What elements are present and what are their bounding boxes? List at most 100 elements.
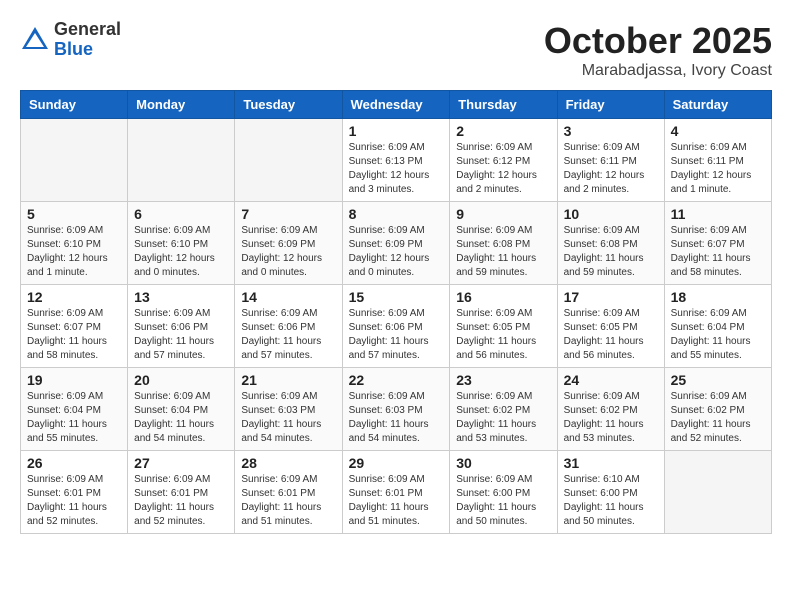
day-number: 12	[27, 289, 121, 305]
day-info: Sunrise: 6:09 AM Sunset: 6:00 PM Dayligh…	[456, 473, 550, 529]
day-number: 4	[671, 123, 765, 139]
calendar-week-row: 1Sunrise: 6:09 AM Sunset: 6:13 PM Daylig…	[21, 119, 772, 202]
day-number: 1	[349, 123, 444, 139]
calendar-cell: 14 Sunrise: 6:09 AM Sunset: 6:06 PM Dayli…	[235, 285, 342, 368]
day-info: Sunrise: 6:09 AM Sunset: 6:01 PM Dayligh…	[134, 473, 228, 529]
calendar-cell: 2Sunrise: 6:09 AM Sunset: 6:12 PM Daylig…	[450, 119, 557, 202]
day-number: 18	[671, 289, 765, 305]
day-number: 5	[27, 206, 121, 222]
day-info: Sunrise: 6:09 AM Sunset: 6:01 PM Dayligh…	[27, 473, 121, 529]
calendar-cell: 11 Sunrise: 6:09 AM Sunset: 6:07 PM Dayli…	[664, 202, 771, 285]
logo-blue: Blue	[54, 40, 121, 60]
day-info: Sunrise: 6:09 AM Sunset: 6:09 PM Dayligh…	[349, 224, 444, 280]
calendar-cell: 27 Sunrise: 6:09 AM Sunset: 6:01 PM Dayli…	[128, 451, 235, 534]
day-info: Sunrise: 6:10 AM Sunset: 6:00 PM Dayligh…	[564, 473, 658, 529]
weekday-header: Saturday	[664, 91, 771, 119]
weekday-header: Wednesday	[342, 91, 450, 119]
day-number: 31	[564, 455, 658, 471]
day-number: 13	[134, 289, 228, 305]
day-number: 24	[564, 372, 658, 388]
day-number: 6	[134, 206, 228, 222]
day-info: Sunrise: 6:09 AM Sunset: 6:05 PM Dayligh…	[456, 307, 550, 363]
calendar-cell	[21, 119, 128, 202]
day-info: Sunrise: 6:09 AM Sunset: 6:02 PM Dayligh…	[671, 390, 765, 446]
calendar-cell: 19 Sunrise: 6:09 AM Sunset: 6:04 PM Dayli…	[21, 368, 128, 451]
day-info: Sunrise: 6:09 AM Sunset: 6:05 PM Dayligh…	[564, 307, 658, 363]
day-info: Sunrise: 6:09 AM Sunset: 6:04 PM Dayligh…	[134, 390, 228, 446]
calendar-cell: 22Sunrise: 6:09 AM Sunset: 6:03 PM Dayli…	[342, 368, 450, 451]
location-subtitle: Marabadjassa, Ivory Coast	[544, 62, 772, 80]
calendar-cell: 29Sunrise: 6:09 AM Sunset: 6:01 PM Dayli…	[342, 451, 450, 534]
calendar-cell	[235, 119, 342, 202]
day-number: 11	[671, 206, 765, 222]
day-number: 8	[349, 206, 444, 222]
day-info: Sunrise: 6:09 AM Sunset: 6:08 PM Dayligh…	[564, 224, 658, 280]
calendar-cell: 28 Sunrise: 6:09 AM Sunset: 6:01 PM Dayli…	[235, 451, 342, 534]
day-info: Sunrise: 6:09 AM Sunset: 6:09 PM Dayligh…	[241, 224, 335, 280]
calendar-cell: 1Sunrise: 6:09 AM Sunset: 6:13 PM Daylig…	[342, 119, 450, 202]
title-block: October 2025 Marabadjassa, Ivory Coast	[544, 20, 772, 80]
logo-general: General	[54, 20, 121, 40]
calendar-cell: 8 Sunrise: 6:09 AM Sunset: 6:09 PM Daylig…	[342, 202, 450, 285]
day-number: 10	[564, 206, 658, 222]
day-number: 15	[349, 289, 444, 305]
day-info: Sunrise: 6:09 AM Sunset: 6:11 PM Dayligh…	[671, 141, 765, 197]
day-info: Sunrise: 6:09 AM Sunset: 6:08 PM Dayligh…	[456, 224, 550, 280]
calendar-week-row: 19 Sunrise: 6:09 AM Sunset: 6:04 PM Dayli…	[21, 368, 772, 451]
day-number: 19	[27, 372, 121, 388]
day-number: 28	[241, 455, 335, 471]
calendar-cell: 9 Sunrise: 6:09 AM Sunset: 6:08 PM Daylig…	[450, 202, 557, 285]
calendar-cell	[128, 119, 235, 202]
calendar-cell: 10 Sunrise: 6:09 AM Sunset: 6:08 PM Dayli…	[557, 202, 664, 285]
calendar-cell: 24 Sunrise: 6:09 AM Sunset: 6:02 PM Dayli…	[557, 368, 664, 451]
weekday-header: Sunday	[21, 91, 128, 119]
page-header: General Blue October 2025 Marabadjassa, …	[20, 20, 772, 80]
calendar-cell: 21Sunrise: 6:09 AM Sunset: 6:03 PM Dayli…	[235, 368, 342, 451]
day-info: Sunrise: 6:09 AM Sunset: 6:01 PM Dayligh…	[241, 473, 335, 529]
day-number: 26	[27, 455, 121, 471]
calendar-week-row: 5 Sunrise: 6:09 AM Sunset: 6:10 PM Daylig…	[21, 202, 772, 285]
day-info: Sunrise: 6:09 AM Sunset: 6:10 PM Dayligh…	[134, 224, 228, 280]
day-info: Sunrise: 6:09 AM Sunset: 6:07 PM Dayligh…	[671, 224, 765, 280]
day-number: 14	[241, 289, 335, 305]
day-info: Sunrise: 6:09 AM Sunset: 6:10 PM Dayligh…	[27, 224, 121, 280]
calendar-cell: 12Sunrise: 6:09 AM Sunset: 6:07 PM Dayli…	[21, 285, 128, 368]
day-info: Sunrise: 6:09 AM Sunset: 6:04 PM Dayligh…	[27, 390, 121, 446]
day-number: 7	[241, 206, 335, 222]
weekday-header: Thursday	[450, 91, 557, 119]
logo-icon	[20, 25, 50, 55]
day-info: Sunrise: 6:09 AM Sunset: 6:11 PM Dayligh…	[564, 141, 658, 197]
calendar-header-row: SundayMondayTuesdayWednesdayThursdayFrid…	[21, 91, 772, 119]
day-number: 9	[456, 206, 550, 222]
day-number: 16	[456, 289, 550, 305]
day-info: Sunrise: 6:09 AM Sunset: 6:06 PM Dayligh…	[134, 307, 228, 363]
weekday-header: Monday	[128, 91, 235, 119]
day-info: Sunrise: 6:09 AM Sunset: 6:03 PM Dayligh…	[349, 390, 444, 446]
weekday-header: Friday	[557, 91, 664, 119]
logo: General Blue	[20, 20, 121, 60]
day-number: 17	[564, 289, 658, 305]
day-number: 21	[241, 372, 335, 388]
day-number: 30	[456, 455, 550, 471]
day-info: Sunrise: 6:09 AM Sunset: 6:06 PM Dayligh…	[241, 307, 335, 363]
day-number: 27	[134, 455, 228, 471]
calendar-cell: 17 Sunrise: 6:09 AM Sunset: 6:05 PM Dayli…	[557, 285, 664, 368]
day-number: 29	[349, 455, 444, 471]
day-number: 2	[456, 123, 550, 139]
day-number: 23	[456, 372, 550, 388]
day-number: 20	[134, 372, 228, 388]
calendar-cell: 31 Sunrise: 6:10 AM Sunset: 6:00 PM Dayli…	[557, 451, 664, 534]
calendar-cell	[664, 451, 771, 534]
calendar-table: SundayMondayTuesdayWednesdayThursdayFrid…	[20, 90, 772, 534]
calendar-cell: 25 Sunrise: 6:09 AM Sunset: 6:02 PM Dayli…	[664, 368, 771, 451]
logo-text: General Blue	[54, 20, 121, 60]
calendar-cell: 23Sunrise: 6:09 AM Sunset: 6:02 PM Dayli…	[450, 368, 557, 451]
calendar-cell: 26 Sunrise: 6:09 AM Sunset: 6:01 PM Dayli…	[21, 451, 128, 534]
calendar-cell: 16 Sunrise: 6:09 AM Sunset: 6:05 PM Dayli…	[450, 285, 557, 368]
day-number: 25	[671, 372, 765, 388]
calendar-cell: 3Sunrise: 6:09 AM Sunset: 6:11 PM Daylig…	[557, 119, 664, 202]
calendar-cell: 13 Sunrise: 6:09 AM Sunset: 6:06 PM Dayli…	[128, 285, 235, 368]
calendar-cell: 30 Sunrise: 6:09 AM Sunset: 6:00 PM Dayli…	[450, 451, 557, 534]
day-info: Sunrise: 6:09 AM Sunset: 6:02 PM Dayligh…	[564, 390, 658, 446]
calendar-cell: 5 Sunrise: 6:09 AM Sunset: 6:10 PM Daylig…	[21, 202, 128, 285]
